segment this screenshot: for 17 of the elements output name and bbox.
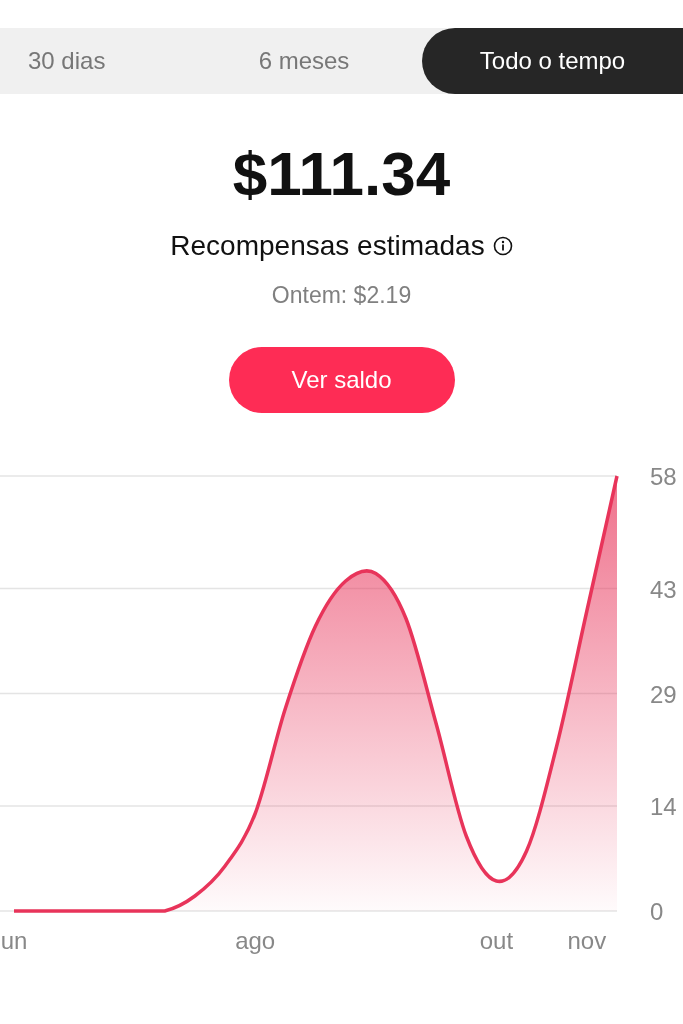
axis-label: 14 bbox=[650, 793, 677, 820]
period-tab[interactable]: 30 dias bbox=[0, 28, 186, 94]
axis-label: ago bbox=[235, 927, 276, 954]
axis-label: un bbox=[0, 927, 28, 954]
period-tab[interactable]: Todo o tempo bbox=[422, 28, 683, 94]
rewards-label: Recompensas estimadas bbox=[170, 230, 485, 262]
axis-label: 58 bbox=[650, 463, 677, 490]
info-icon[interactable] bbox=[492, 236, 513, 256]
axis-label: 29 bbox=[650, 680, 677, 708]
view-balance-button[interactable]: Ver saldo bbox=[228, 347, 455, 413]
axis-label: out bbox=[479, 927, 514, 954]
axis-label: nov bbox=[567, 927, 607, 954]
rewards-amount: $111.34 bbox=[232, 138, 451, 210]
period-tab[interactable]: 6 meses bbox=[186, 28, 422, 94]
yesterday-earnings: Ontem: $2.19 bbox=[271, 282, 412, 309]
axis-label: 0 bbox=[650, 898, 664, 925]
axis-label: 43 bbox=[650, 575, 677, 603]
